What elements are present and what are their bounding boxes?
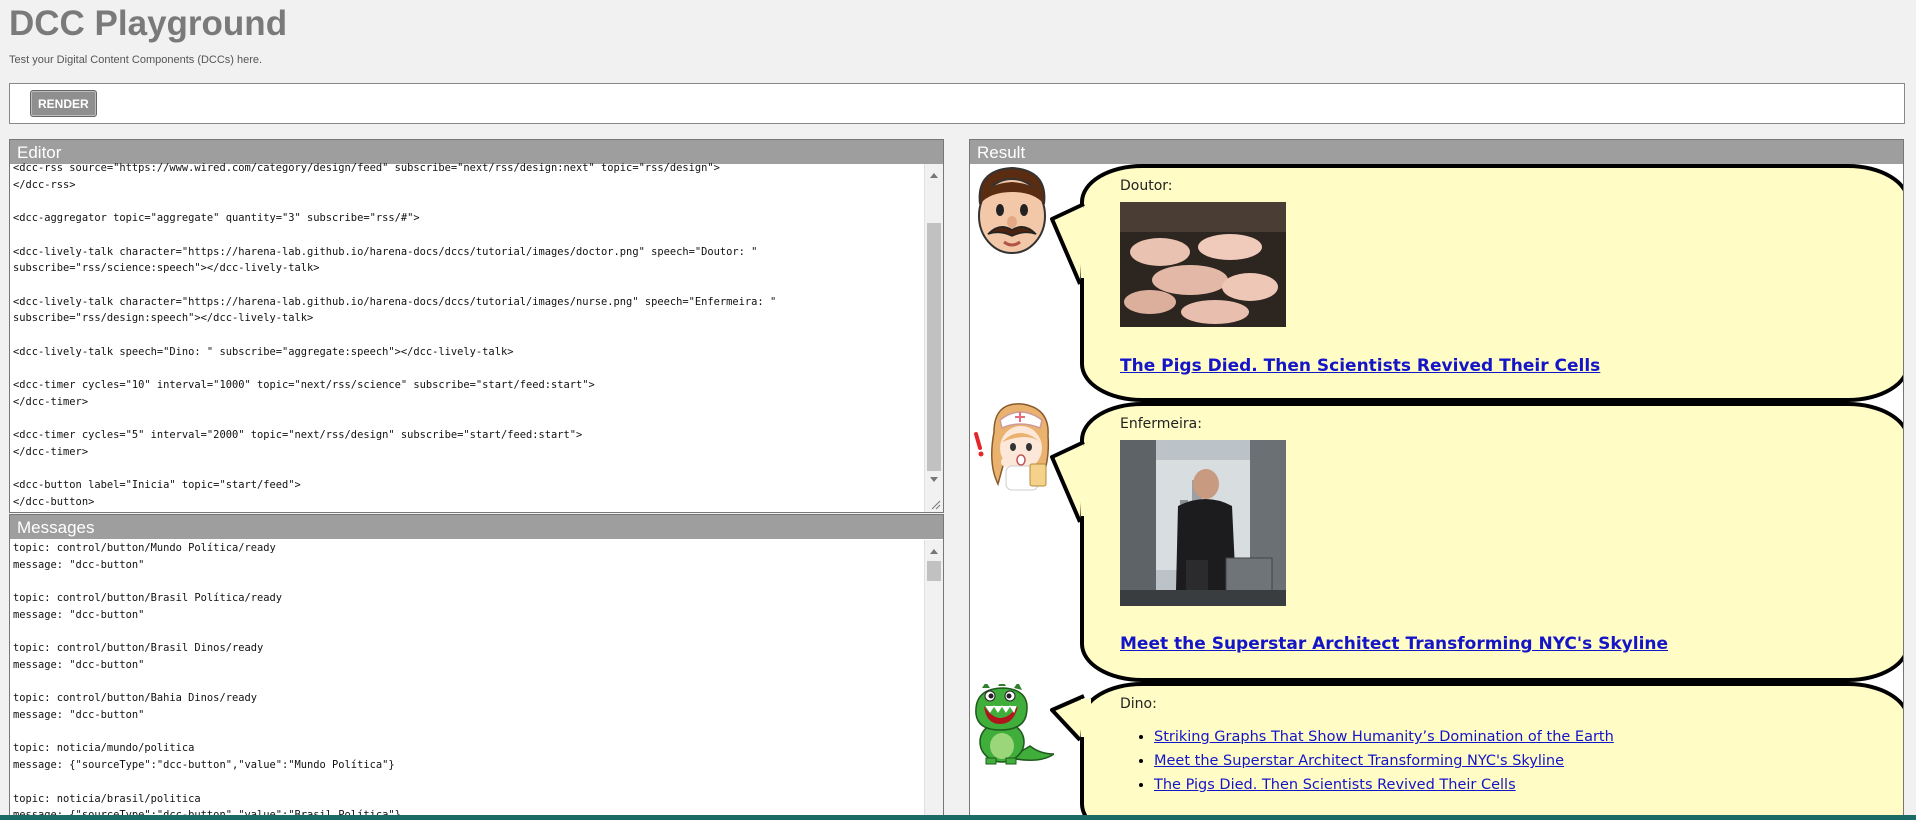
render-button[interactable]: RENDER [30,90,97,117]
toolbar: RENDER [9,83,1905,124]
news-link[interactable]: The Pigs Died. Then Scientists Revived T… [1120,356,1600,376]
scroll-up-icon[interactable] [930,549,938,554]
speaker-label: Doutor: [1120,178,1173,194]
app-title: DCC Playground [9,4,288,43]
news-image [1120,202,1286,327]
list-item: The Pigs Died. Then Scientists Revived T… [1154,773,1614,797]
scroll-down-icon[interactable] [930,477,938,482]
editor-textarea[interactable]: <dcc-rss source="https://www.wired.com/c… [10,160,923,512]
dino-avatar-icon [975,684,1054,765]
messages-panel: Messages topic: control/button/Mundo Pol… [9,514,944,820]
result-header: Result [970,140,1903,164]
scroll-up-icon[interactable] [930,173,938,178]
messages-scrollbar[interactable] [924,540,943,820]
news-link[interactable]: The Pigs Died. Then Scientists Revived T… [1154,777,1516,793]
nurse-avatar-icon [974,403,1050,491]
doctor-avatar-icon [978,166,1046,254]
resize-grip-icon[interactable] [931,500,941,510]
news-link[interactable]: Meet the Superstar Architect Transformin… [1120,634,1668,654]
speech-bubble-tail [1050,440,1091,523]
window-bottom-bar [0,815,1916,820]
messages-header: Messages [10,515,943,539]
lively-talk-nurse: Enfermeira: Meet the Superstar Architect… [970,402,1903,682]
speaker-label: Enfermeira: [1120,416,1202,432]
news-link[interactable]: Striking Graphs That Show Humanity’s Dom… [1154,729,1614,745]
list-item: Meet the Superstar Architect Transformin… [1154,749,1614,773]
editor-scrollbar[interactable] [924,164,943,512]
news-image [1120,440,1286,606]
scroll-thumb[interactable] [927,561,941,581]
speaker-label: Dino: [1120,696,1157,712]
scroll-thumb[interactable] [927,223,941,471]
messages-log[interactable]: topic: control/button/Mundo Política/rea… [10,540,923,820]
lively-talk-dino: Dino: Striking Graphs That Show Humanity… [970,682,1903,820]
speech-bubble-tail [1050,694,1091,742]
aggregated-news-list: Striking Graphs That Show Humanity’s Dom… [1138,725,1614,797]
speech-bubble-tail [1050,202,1091,285]
app-subtitle: Test your Digital Content Components (DC… [9,54,263,66]
list-item: Striking Graphs That Show Humanity’s Dom… [1154,725,1614,749]
editor-panel: Editor <dcc-rss source="https://www.wire… [9,139,944,513]
lively-talk-doctor: Doutor: The Pigs Died. Then Scientists R… [970,164,1903,402]
result-panel: Result Doutor: The Pigs Died. Then Scien… [969,139,1904,820]
news-link[interactable]: Meet the Superstar Architect Transformin… [1154,753,1564,769]
